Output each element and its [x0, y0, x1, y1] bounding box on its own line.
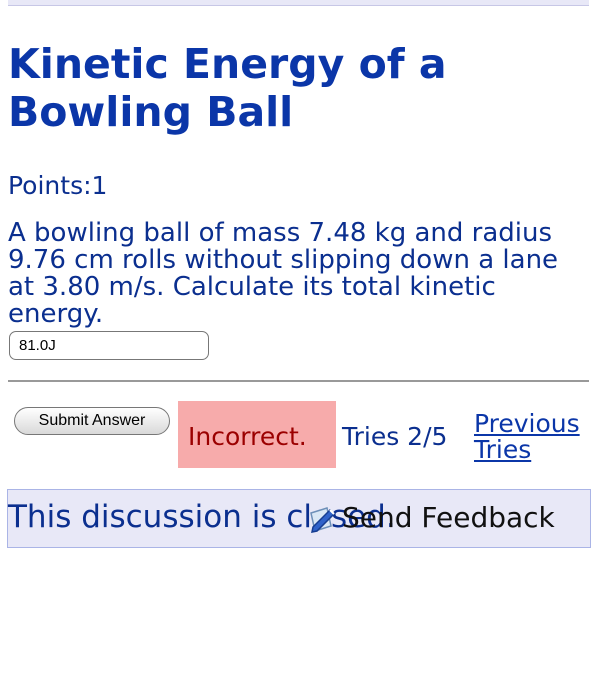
send-feedback-link[interactable]: Send Feedback	[306, 501, 555, 535]
send-feedback-label[interactable]: Send Feedback	[342, 501, 555, 535]
tries-count: Tries 2/5	[342, 422, 448, 451]
discussion-closed-box: This discussion is closed. Send Feedback	[7, 489, 591, 548]
pencil-paper-icon	[306, 503, 342, 534]
answer-input[interactable]	[9, 331, 209, 360]
incorrect-status-box: Incorrect.	[178, 401, 336, 468]
page-title: Kinetic Energy of a Bowling Ball	[8, 40, 447, 136]
top-strip	[8, 0, 589, 6]
points-label: Points:1	[8, 171, 108, 200]
incorrect-status-text: Incorrect.	[188, 422, 307, 451]
question-text: A bowling ball of mass 7.48 kg and radiu…	[8, 218, 559, 329]
previous-tries-link[interactable]: Previous Tries	[474, 411, 594, 463]
divider	[8, 380, 589, 382]
submit-answer-button[interactable]: Submit Answer	[14, 407, 170, 435]
